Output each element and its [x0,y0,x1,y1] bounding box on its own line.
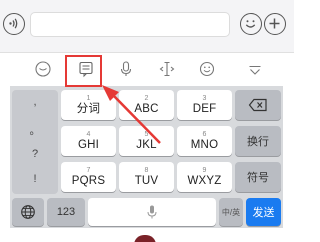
highlight-box [65,55,102,87]
annotation-arrow [65,55,161,144]
arrow-line [111,93,161,144]
